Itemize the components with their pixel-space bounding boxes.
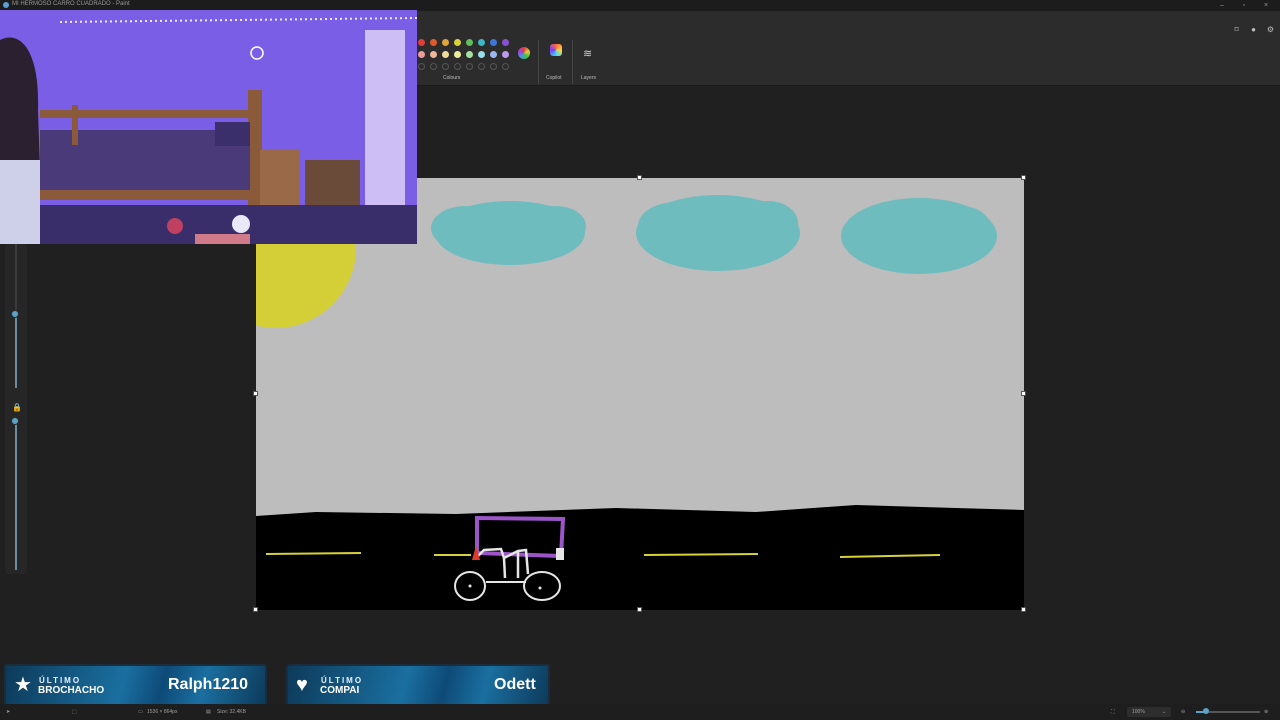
banner-role-text: COMPAI	[320, 685, 360, 696]
banner-name-text: Odett	[494, 676, 536, 693]
webcam-overlay	[0, 10, 417, 244]
maximize-button[interactable]: ▫	[1236, 0, 1252, 11]
window-title: MI HERMOSO CARRO CUADRADO - Paint	[12, 1, 130, 7]
colour-swatch[interactable]	[418, 51, 425, 58]
status-bar: ➤ ⬚ ▭ 1536 × 864px ▤ Size: 32.4KB ⛶ 100%…	[0, 704, 1280, 720]
layers-icon[interactable]: ≋	[583, 47, 592, 60]
share-icon[interactable]: ⌑	[1232, 25, 1241, 34]
colour-swatch[interactable]	[478, 39, 485, 46]
opacity-lock-icon[interactable]: 🔒	[12, 403, 22, 412]
banner-small-text: ÚLTIMO	[39, 676, 82, 685]
heart-icon: ♥	[296, 674, 308, 696]
toolbar-divider	[538, 40, 539, 84]
canvas-resize-handle[interactable]	[1021, 607, 1026, 612]
file-size: Size: 32.4KB	[217, 709, 246, 715]
custom-colour-slot[interactable]	[454, 63, 461, 70]
colour-swatch[interactable]	[454, 51, 461, 58]
banner-name-text: Ralph1210	[168, 676, 249, 693]
file-size-icon: ▤	[206, 709, 211, 715]
cloud	[841, 198, 997, 274]
chevron-down-icon: ⌄	[1161, 709, 1166, 715]
lane-marking	[265, 552, 362, 555]
zoom-in-icon[interactable]: ⊕	[1264, 709, 1268, 715]
colour-swatch[interactable]	[466, 39, 473, 46]
zoom-out-icon[interactable]: ⊖	[1181, 709, 1185, 715]
colour-swatch[interactable]	[502, 51, 509, 58]
colour-swatch[interactable]	[442, 39, 449, 46]
banner-small-text: ÚLTIMO	[321, 676, 364, 685]
colours-group-label: Colours	[443, 75, 461, 81]
canvas-resize-handle[interactable]	[253, 607, 258, 612]
lane-marking	[643, 553, 759, 556]
colour-swatch[interactable]	[418, 39, 425, 46]
last-follower-banner: ★ ÚLTIMO BROCHACHO Ralph1210	[4, 664, 267, 708]
colour-swatch[interactable]	[502, 39, 509, 46]
webcam-scene	[0, 10, 417, 244]
copilot-group-label: Copilot	[546, 75, 562, 81]
minimize-button[interactable]: –	[1214, 0, 1230, 11]
paint-app-icon	[3, 2, 9, 8]
image-dimensions: 1536 × 864px	[147, 709, 178, 715]
road	[256, 505, 1024, 610]
custom-colour-slot[interactable]	[490, 63, 497, 70]
canvas-resize-handle[interactable]	[1021, 391, 1026, 396]
fit-to-window-icon[interactable]: ⛶	[1111, 709, 1115, 715]
custom-colour-slot[interactable]	[478, 63, 485, 70]
selection-icon: ⬚	[72, 709, 77, 715]
colour-swatch[interactable]	[442, 51, 449, 58]
cloud	[636, 195, 800, 271]
colour-swatch[interactable]	[454, 39, 461, 46]
edit-colours-icon[interactable]	[518, 47, 530, 59]
zoom-level-dropdown[interactable]: 100% ⌄	[1127, 707, 1171, 717]
canvas-resize-handle[interactable]	[1021, 175, 1026, 180]
size-slider-fill	[15, 314, 17, 388]
custom-colour-slot[interactable]	[418, 63, 425, 70]
colour-swatch[interactable]	[490, 39, 497, 46]
custom-colour-slot[interactable]	[430, 63, 437, 70]
zoom-level: 100%	[1132, 709, 1145, 715]
size-slider-thumb[interactable]	[11, 310, 19, 318]
copilot-icon[interactable]	[550, 44, 562, 56]
cursor-icon: ➤	[6, 709, 11, 715]
custom-colour-slot[interactable]	[466, 63, 473, 70]
colour-swatch[interactable]	[430, 51, 437, 58]
colour-swatch[interactable]	[466, 51, 473, 58]
colour-swatch[interactable]	[478, 51, 485, 58]
settings-gear-icon[interactable]: ⚙	[1266, 25, 1275, 34]
last-subscriber-banner: ♥ ÚLTIMO COMPAI Odett	[286, 664, 550, 708]
custom-colour-slot[interactable]	[442, 63, 449, 70]
zoom-slider-thumb[interactable]	[1203, 708, 1209, 714]
opacity-slider-track[interactable]	[15, 418, 17, 570]
star-icon: ★	[14, 674, 32, 696]
banner-role-text: BROCHACHO	[38, 685, 105, 696]
custom-colour-slot[interactable]	[502, 63, 509, 70]
layers-group-label: Layers	[581, 75, 597, 81]
account-icon[interactable]: ●	[1249, 25, 1258, 34]
opacity-slider-thumb[interactable]	[11, 417, 19, 425]
colour-swatch[interactable]	[490, 51, 497, 58]
canvas-resize-handle[interactable]	[253, 391, 258, 396]
toolbar-divider	[572, 40, 573, 84]
colour-swatch[interactable]	[430, 39, 437, 46]
close-button[interactable]: ×	[1258, 0, 1274, 11]
image-size-icon: ▭	[138, 709, 143, 715]
canvas-resize-handle[interactable]	[637, 175, 642, 180]
canvas-resize-handle[interactable]	[637, 607, 642, 612]
